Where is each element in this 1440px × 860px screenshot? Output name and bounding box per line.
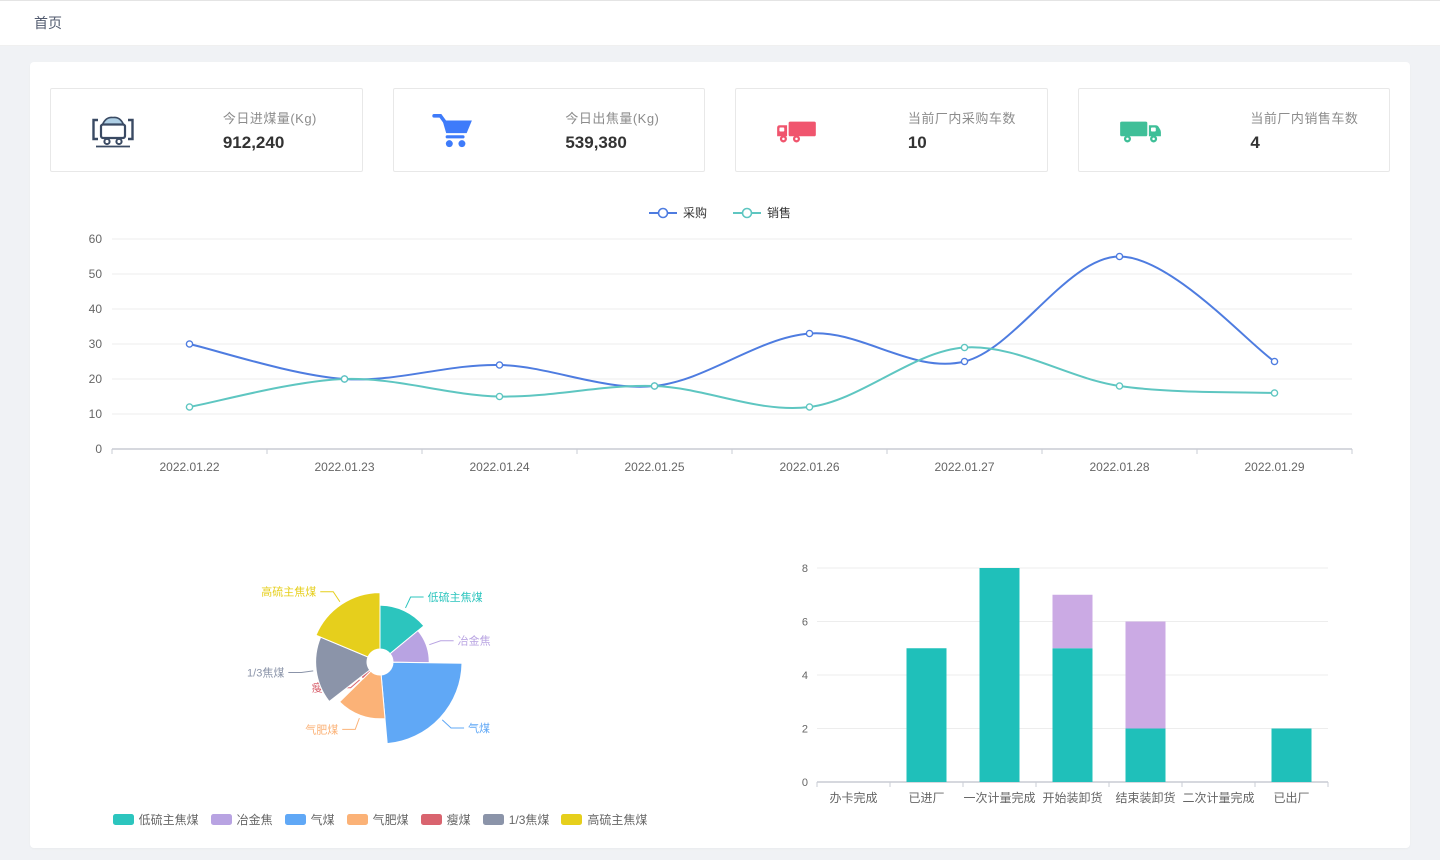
coal-cart-icon <box>89 110 145 150</box>
svg-text:30: 30 <box>89 337 103 351</box>
svg-text:已进厂: 已进厂 <box>908 791 944 805</box>
svg-text:气肥煤: 气肥煤 <box>305 722 338 736</box>
stat-card-label: 当前厂内采购车数 <box>908 108 1027 127</box>
bar-chart-section: 0 2 4 6 8 办卡完成 已进厂 一次计量完成开始装卸货结束装卸货二次计量完成 已出厂 <box>700 554 1380 828</box>
svg-text:2022.01.25: 2022.01.25 <box>624 460 684 474</box>
svg-text:2022.01.27: 2022.01.27 <box>934 460 994 474</box>
stat-card-value: 912,240 <box>223 133 342 153</box>
svg-text:6: 6 <box>802 617 808 629</box>
svg-text:气煤: 气煤 <box>468 721 490 735</box>
svg-text:高硫主焦煤: 高硫主焦煤 <box>261 585 316 599</box>
svg-text:2022.01.29: 2022.01.29 <box>1244 460 1304 474</box>
stat-cards-row: 今日进煤量(Kg) 912,240 今日出焦量(Kg) 539,380 <box>50 88 1390 172</box>
legend-swatch-icon <box>113 814 134 825</box>
stat-card-value: 4 <box>1250 133 1369 153</box>
pie-legend-item-气煤[interactable]: 气煤 <box>285 811 335 828</box>
stat-card-purchase-trucks: 当前厂内采购车数 10 <box>735 88 1048 172</box>
stat-card-coke-out: 今日出焦量(Kg) 539,380 <box>393 88 706 172</box>
svg-text:已出厂: 已出厂 <box>1273 791 1309 805</box>
legend-swatch-icon <box>561 814 582 825</box>
svg-text:一次计量完成: 一次计量完成 <box>963 790 1035 805</box>
line-legend-item-采购[interactable]: 采购 <box>649 204 707 221</box>
pie-legend-item-低硫主焦煤[interactable]: 低硫主焦煤 <box>113 811 199 828</box>
pie-chart-section: 低硫主焦煤冶金焦气煤气肥煤瘦煤1/3焦煤高硫主焦煤 低硫主焦煤冶金焦气煤气肥煤瘦… <box>60 554 700 828</box>
svg-text:1/3焦煤: 1/3焦煤 <box>247 666 284 679</box>
pie-legend-item-1/3焦煤[interactable]: 1/3焦煤 <box>483 811 550 828</box>
stat-card-label: 今日进煤量(Kg) <box>223 108 342 127</box>
line-chart-section: 采购 销售 0 10 20 30 40 50 60 2022.01.22 2022.01.23 20… <box>50 204 1390 492</box>
pie-chart-canvas: 低硫主焦煤冶金焦气煤气肥煤瘦煤1/3焦煤高硫主焦煤 <box>140 554 620 797</box>
svg-text:0: 0 <box>95 442 102 456</box>
svg-text:2022.01.26: 2022.01.26 <box>779 460 839 474</box>
svg-text:50: 50 <box>89 267 103 281</box>
bottom-charts-row: 低硫主焦煤冶金焦气煤气肥煤瘦煤1/3焦煤高硫主焦煤 低硫主焦煤冶金焦气煤气肥煤瘦… <box>50 554 1390 828</box>
line-series-symbol-icon <box>733 207 761 219</box>
svg-text:冶金焦: 冶金焦 <box>458 634 491 648</box>
line-chart-legend: 采购 销售 <box>50 204 1390 221</box>
line-legend-item-销售[interactable]: 销售 <box>733 204 791 221</box>
svg-text:2022.01.22: 2022.01.22 <box>159 460 219 474</box>
pie-chart-legend: 低硫主焦煤冶金焦气煤气肥煤瘦煤 1/3焦煤高硫主焦煤 <box>113 811 648 828</box>
truck-right-icon <box>1117 113 1173 147</box>
svg-text:2022.01.28: 2022.01.28 <box>1089 460 1149 474</box>
shopping-cart-icon <box>432 111 488 149</box>
pie-legend-item-瘦煤[interactable]: 瘦煤 <box>421 811 471 828</box>
svg-text:办卡完成: 办卡完成 <box>829 790 877 805</box>
svg-text:2022.01.23: 2022.01.23 <box>314 460 374 474</box>
stat-card-label: 今日出焦量(Kg) <box>565 108 684 127</box>
stat-card-value: 539,380 <box>565 133 684 153</box>
pie-legend-item-气肥煤[interactable]: 气肥煤 <box>347 811 409 828</box>
dashboard-panel: 今日进煤量(Kg) 912,240 今日出焦量(Kg) 539,380 <box>30 62 1410 848</box>
svg-text:2: 2 <box>802 724 808 736</box>
svg-text:10: 10 <box>89 407 103 421</box>
svg-text:2022.01.24: 2022.01.24 <box>469 460 529 474</box>
legend-swatch-icon <box>211 814 232 825</box>
svg-text:40: 40 <box>89 302 103 316</box>
svg-text:二次计量完成: 二次计量完成 <box>1182 790 1254 805</box>
pie-legend-item-冶金焦[interactable]: 冶金焦 <box>211 811 273 828</box>
legend-swatch-icon <box>347 814 368 825</box>
stat-card-sales-trucks: 当前厂内销售车数 4 <box>1078 88 1391 172</box>
truck-left-icon <box>774 113 830 147</box>
top-bar: 首页 <box>0 0 1440 46</box>
svg-text:4: 4 <box>802 670 808 682</box>
stat-card-label: 当前厂内销售车数 <box>1250 108 1369 127</box>
line-chart-canvas: 0 10 20 30 40 50 60 2022.01.22 2022.01.23 2022.01… <box>50 225 1390 492</box>
legend-swatch-icon <box>483 814 504 825</box>
line-series-symbol-icon <box>649 207 677 219</box>
svg-text:8: 8 <box>802 563 808 575</box>
bar-chart-canvas: 0 2 4 6 8 办卡完成 已进厂 一次计量完成开始装卸货结束装卸货二次计量完成 已出厂 <box>775 554 1340 828</box>
svg-text:开始装卸货: 开始装卸货 <box>1042 790 1102 805</box>
svg-text:结束装卸货: 结束装卸货 <box>1115 790 1175 805</box>
stat-card-coal-in: 今日进煤量(Kg) 912,240 <box>50 88 363 172</box>
pie-legend-item-高硫主焦煤[interactable]: 高硫主焦煤 <box>561 811 647 828</box>
stat-card-value: 10 <box>908 133 1027 153</box>
breadcrumb[interactable]: 首页 <box>34 13 62 33</box>
svg-text:低硫主焦煤: 低硫主焦煤 <box>428 590 483 604</box>
legend-swatch-icon <box>421 814 442 825</box>
svg-text:0: 0 <box>802 777 808 789</box>
svg-text:20: 20 <box>89 372 103 386</box>
svg-text:60: 60 <box>89 232 103 246</box>
legend-swatch-icon <box>285 814 306 825</box>
